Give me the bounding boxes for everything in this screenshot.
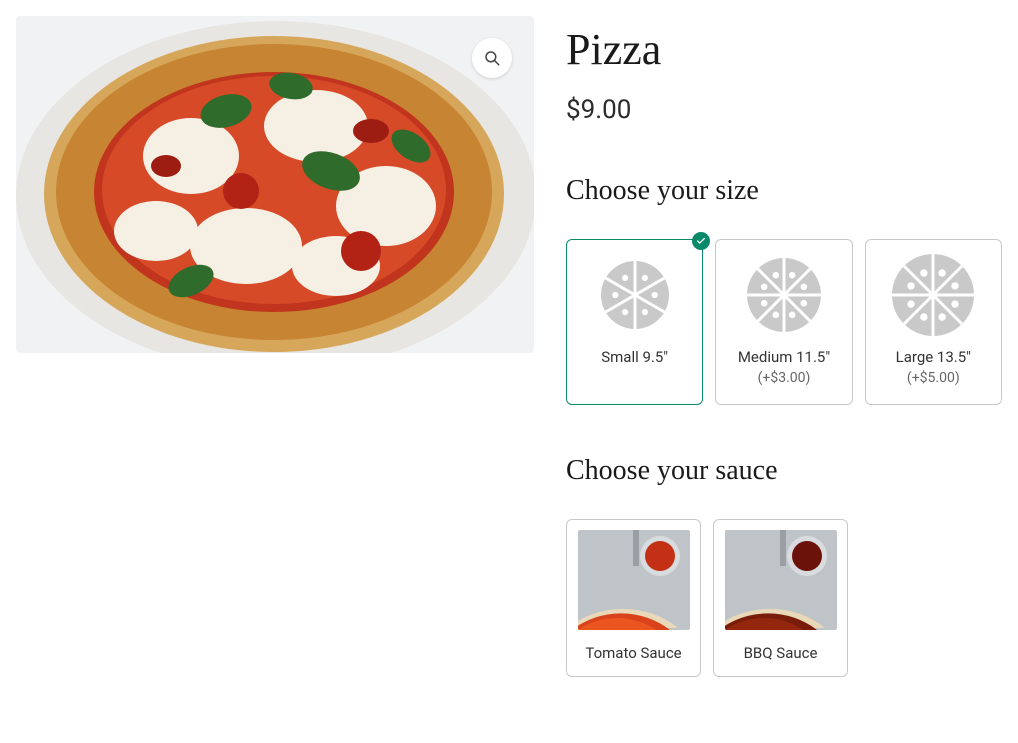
product-image-container: [16, 16, 534, 353]
sauce-option[interactable]: BBQ Sauce: [713, 519, 848, 677]
product-price: $9.00: [566, 95, 1002, 125]
sauce-option-label: BBQ Sauce: [744, 644, 818, 662]
sauce-options: Tomato Sauce BBQ Sauce: [566, 519, 1002, 677]
pizza-size-icon: [747, 256, 821, 334]
size-option[interactable]: Large 13.5" (+$5.00): [865, 239, 1002, 405]
size-option-extra-price: (+$5.00): [907, 370, 960, 386]
pizza-size-icon: [601, 256, 669, 334]
size-option-extra-price: (+$3.00): [758, 370, 811, 386]
size-option[interactable]: Small 9.5": [566, 239, 703, 405]
size-heading: Choose your size: [566, 175, 1002, 207]
size-option-label: Small 9.5": [601, 348, 668, 366]
pizza-size-icon: [892, 256, 974, 334]
product-image[interactable]: [16, 16, 534, 353]
sauce-thumbnail: [578, 530, 690, 630]
size-options: Small 9.5" Medium 11.5" (+$3.00) Large 13…: [566, 239, 1002, 405]
sauce-option-label: Tomato Sauce: [585, 644, 681, 662]
sauce-option[interactable]: Tomato Sauce: [566, 519, 701, 677]
magnifier-icon: [483, 49, 501, 67]
size-option-label: Medium 11.5": [738, 348, 830, 366]
size-option[interactable]: Medium 11.5" (+$3.00): [715, 239, 852, 405]
sauce-heading: Choose your sauce: [566, 455, 1002, 487]
check-icon: [692, 232, 710, 250]
size-option-label: Large 13.5": [896, 348, 971, 366]
sauce-thumbnail: [725, 530, 837, 630]
product-title: Pizza: [566, 24, 1002, 75]
zoom-button[interactable]: [472, 38, 512, 78]
